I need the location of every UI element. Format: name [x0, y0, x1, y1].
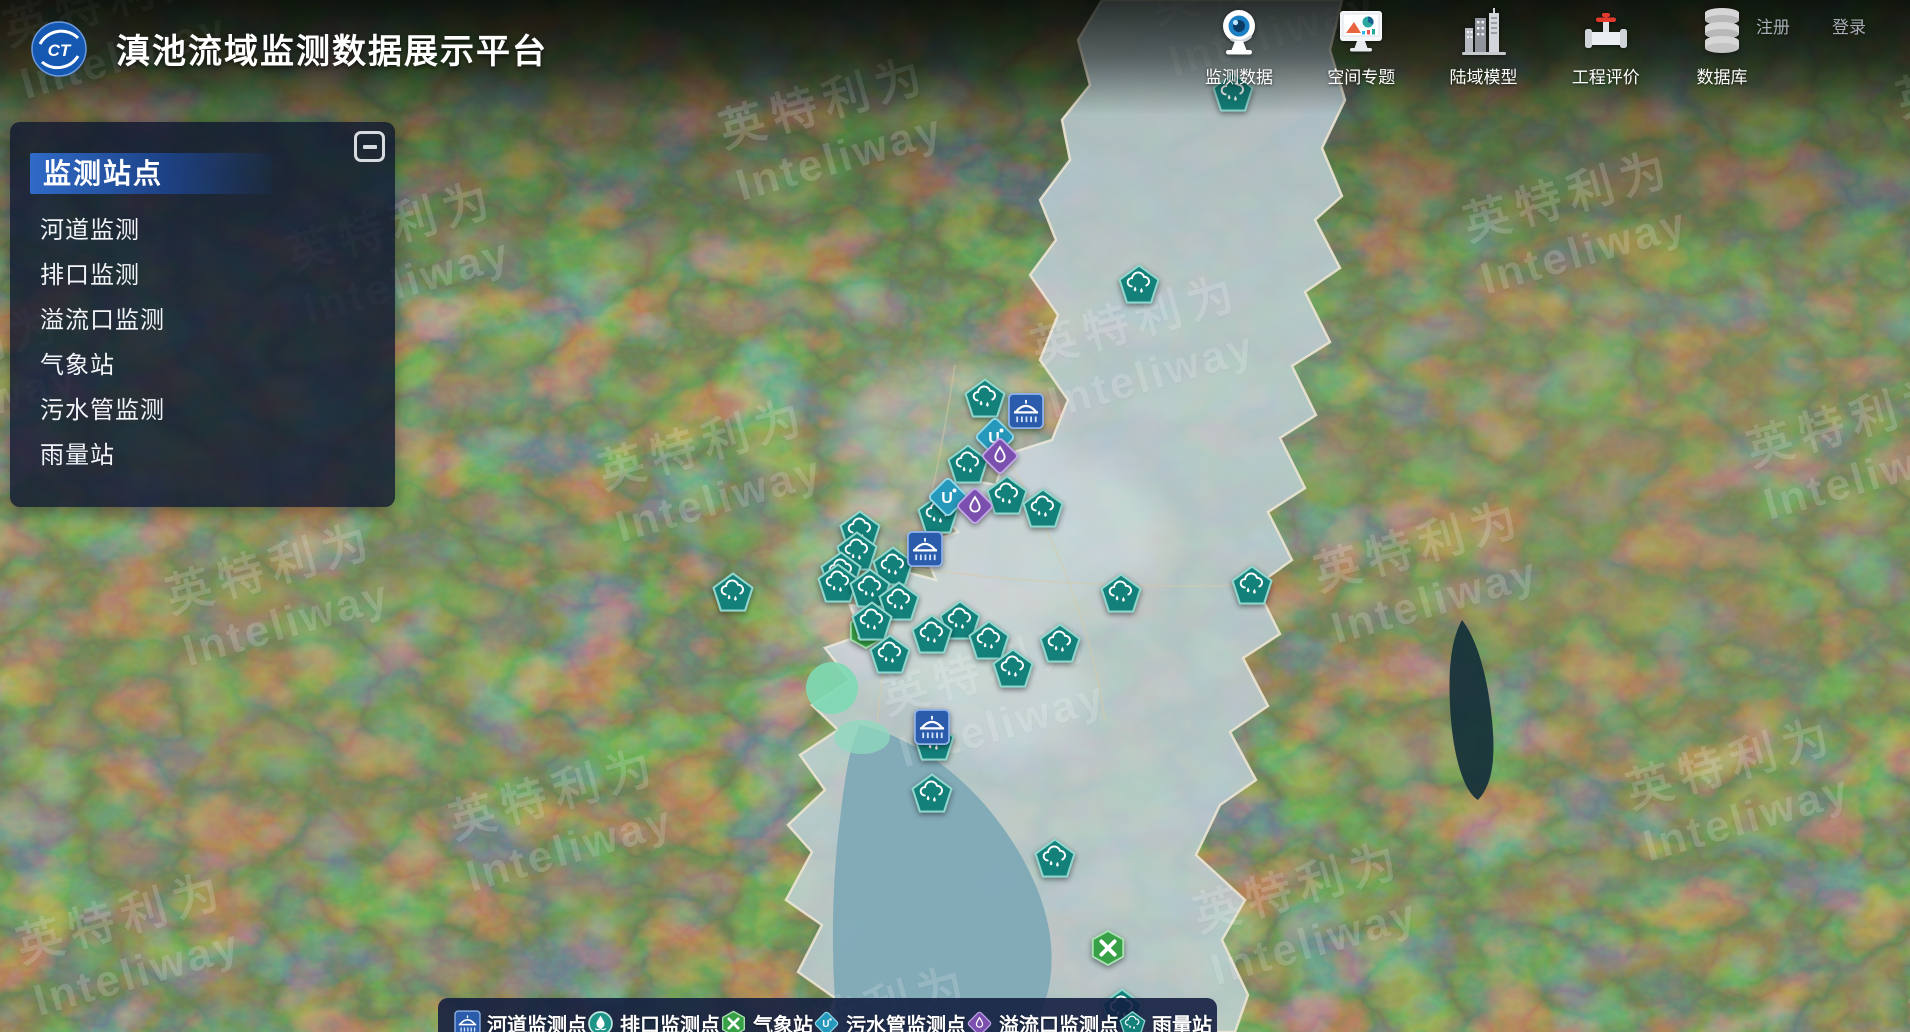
legend-item-river: 河道监测点 [454, 1009, 587, 1032]
buildings-icon [1456, 4, 1512, 60]
marker-rain[interactable] [1231, 565, 1274, 606]
app: 英特利为Inteliway英特利为Inteliway英特利为Inteliway英… [0, 0, 1910, 1032]
outlet-point-icon [587, 1010, 614, 1032]
nav-item-label: 监测数据 [1205, 63, 1273, 88]
svg-text:U: U [822, 1019, 829, 1030]
sidebar-item-overflow-monitoring[interactable]: 溢流口监测 [10, 298, 395, 343]
nav-item-project-evaluation[interactable]: 工程评价 [1572, 4, 1640, 88]
nav-item-label: 数据库 [1697, 63, 1748, 88]
marker-rain[interactable] [911, 773, 954, 814]
page-title: 滇池流域监测数据展示平台 [116, 24, 548, 73]
valve-icon [1578, 4, 1634, 60]
marker-rain[interactable] [964, 378, 1007, 419]
legend-item-rain: 雨量站 [1119, 1009, 1212, 1032]
panel-title-bar: 监测站点 [30, 153, 272, 194]
header: CT 滇池流域监测数据展示平台 监测数据 [0, 0, 1910, 100]
nav-item-spatial-topics[interactable]: 空间专题 [1327, 4, 1395, 88]
marker-rain[interactable] [712, 572, 755, 613]
nav-item-land-model[interactable]: 陆域模型 [1450, 4, 1518, 88]
sidebar-item-weather-station[interactable]: 气象站 [10, 343, 395, 388]
legend-item-sewage: U 污水管监测点 [813, 1009, 966, 1032]
monitor-icon [1333, 4, 1389, 60]
nav-item-monitoring-data[interactable]: 监测数据 [1205, 4, 1273, 88]
camera-icon [1211, 4, 1267, 60]
marker-rain[interactable] [911, 614, 954, 655]
marker-rain[interactable] [1022, 488, 1065, 529]
sidebar-item-outlet-monitoring[interactable]: 排口监测 [10, 253, 395, 298]
auth-links: 注册 登录 [1756, 13, 1866, 38]
legend-item-outlet: 排口监测点 [587, 1009, 720, 1032]
marker-rain[interactable] [1118, 264, 1161, 305]
legend-item-overflow: 溢流口监测点 [966, 1009, 1119, 1032]
marker-rain[interactable] [869, 634, 912, 675]
register-link[interactable]: 注册 [1756, 13, 1790, 38]
map-legend: 河道监测点 排口监测点 气象站 U 污水管监测点 溢流口监测点 雨量站 [438, 998, 1217, 1032]
minus-icon [363, 145, 377, 149]
marker-river[interactable] [914, 709, 951, 746]
marker-rain[interactable] [1100, 573, 1143, 614]
marker-overflow[interactable] [980, 436, 1021, 477]
marker-rain[interactable] [1039, 623, 1082, 664]
monitoring-stations-panel: 监测站点 河道监测 排口监测 溢流口监测 气象站 污水管监测 雨量站 [10, 122, 395, 507]
marker-weather[interactable] [1089, 929, 1127, 967]
marker-rain[interactable] [992, 648, 1035, 689]
overflow-point-icon [966, 1010, 993, 1032]
marker-river[interactable] [1008, 393, 1045, 430]
sidebar-item-river-monitoring[interactable]: 河道监测 [10, 208, 395, 253]
marker-overflow[interactable] [955, 486, 996, 527]
logo-letters: CT [48, 41, 72, 60]
sidebar-item-rain-gauge[interactable]: 雨量站 [10, 433, 395, 478]
marker-rain[interactable] [1034, 838, 1077, 879]
sewage-point-icon: U [813, 1010, 840, 1032]
collapse-panel-button[interactable] [354, 131, 385, 162]
login-link[interactable]: 登录 [1832, 13, 1866, 38]
brand-logo[interactable]: CT [30, 20, 88, 78]
svg-text:U: U [941, 490, 953, 507]
river-point-icon [454, 1010, 481, 1032]
panel-list: 河道监测 排口监测 溢流口监测 气象站 污水管监测 雨量站 [10, 208, 395, 478]
weather-station-icon [720, 1010, 747, 1032]
rain-gauge-icon [1119, 1010, 1146, 1032]
nav-item-label: 陆域模型 [1450, 63, 1518, 88]
legend-item-weather: 气象站 [720, 1009, 813, 1032]
database-icon [1694, 4, 1750, 60]
nav-item-label: 工程评价 [1572, 63, 1640, 88]
panel-title: 监测站点 [43, 158, 163, 189]
main-nav: 监测数据 空间专 [1205, 4, 1750, 88]
nav-item-label: 空间专题 [1327, 63, 1395, 88]
marker-river[interactable] [907, 531, 944, 568]
sidebar-item-sewage-monitoring[interactable]: 污水管监测 [10, 388, 395, 433]
nav-item-database[interactable]: 数据库 [1694, 4, 1750, 88]
